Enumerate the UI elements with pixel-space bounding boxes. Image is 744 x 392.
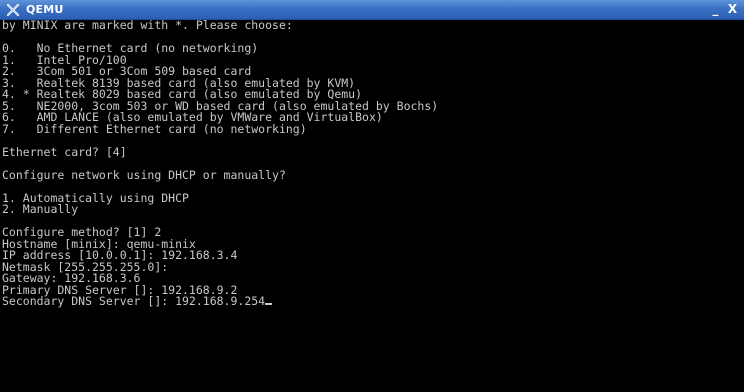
qemu-window: QEMU _ X by MINIX are marked with *. Ple… [0,0,744,392]
terminal-line-text: by MINIX are marked with *. Please choos… [2,20,293,32]
window-title: QEMU [26,3,64,16]
window-controls: _ X [708,2,740,17]
terminal-line: Configure network using DHCP or manually… [0,167,744,182]
terminal-line-text: Ethernet card? [4] [2,144,127,159]
terminal-line-text: 2. Manually [2,202,79,216]
title-bar[interactable]: QEMU _ X [0,0,744,20]
terminal-screen[interactable]: by MINIX are marked with *. Please choos… [0,20,744,392]
terminal-line: by MINIX are marked with *. Please choos… [0,20,744,32]
terminal-output: by MINIX are marked with *. Please choos… [0,20,744,308]
text-cursor [265,303,273,305]
terminal-line-text: 7. Different Ethernet card (no networkin… [2,121,307,136]
terminal-line: Secondary DNS Server []: 192.168.9.254 [0,294,744,308]
minimize-button[interactable]: _ [708,2,723,17]
terminal-line: 2. Manually [0,202,744,216]
terminal-line-text: Secondary DNS Server []: 192.168.9.254 [2,294,266,308]
qemu-icon [6,3,20,17]
terminal-line: 7. Different Ethernet card (no networkin… [0,121,744,136]
terminal-line-text: Configure network using DHCP or manually… [2,167,286,182]
terminal-line: Ethernet card? [4] [0,144,744,159]
close-button[interactable]: X [725,2,740,17]
terminal-line: 1. Automatically using DHCP [0,192,744,205]
